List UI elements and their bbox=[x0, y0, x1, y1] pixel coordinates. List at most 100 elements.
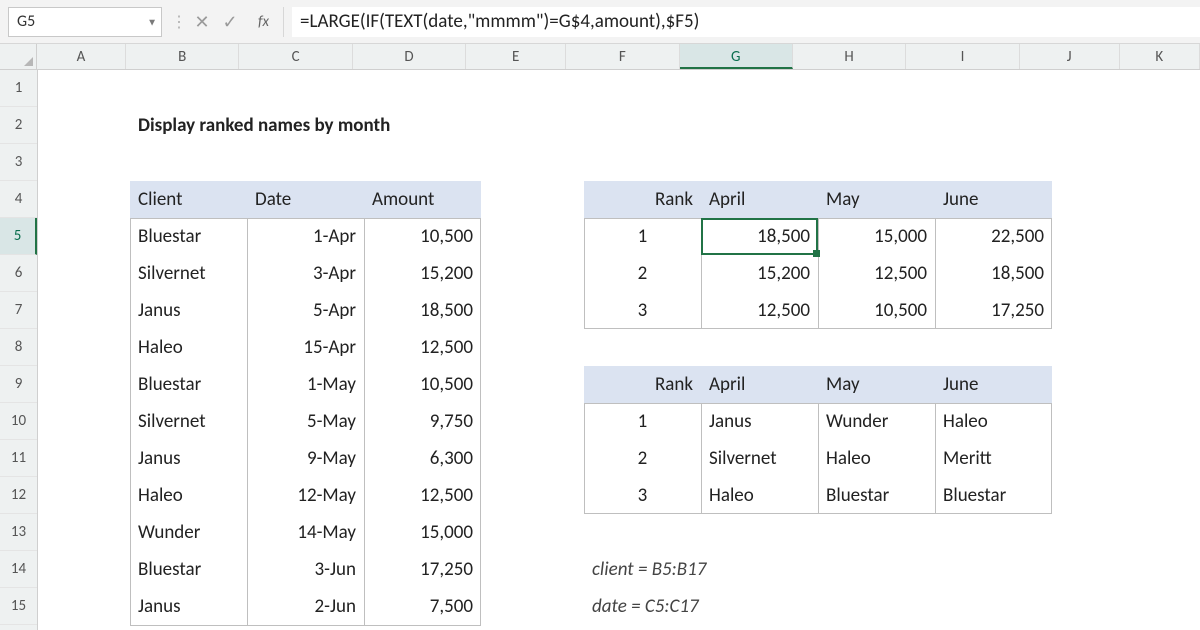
fx-icon[interactable]: fx bbox=[244, 7, 284, 37]
cell[interactable]: 15,000 bbox=[364, 514, 481, 551]
cell[interactable]: Janus bbox=[701, 403, 818, 440]
row-header-7[interactable]: 7 bbox=[0, 292, 37, 329]
cell[interactable]: Bluestar bbox=[935, 477, 1052, 514]
cell[interactable]: 6,300 bbox=[364, 440, 481, 477]
br-header-june[interactable]: June bbox=[935, 366, 1052, 403]
col-header-A[interactable]: A bbox=[37, 44, 126, 69]
row-header-10[interactable]: 10 bbox=[0, 403, 37, 440]
cell[interactable]: 15,000 bbox=[818, 218, 935, 255]
cell[interactable]: 3-Apr bbox=[247, 255, 364, 292]
cell[interactable]: Silvernet bbox=[701, 440, 818, 477]
cell[interactable]: 10,500 bbox=[818, 292, 935, 329]
cell[interactable]: 12-May bbox=[247, 477, 364, 514]
tr-header-rank[interactable]: Rank bbox=[584, 181, 701, 218]
row-header-14[interactable]: 14 bbox=[0, 551, 37, 588]
row-header-4[interactable]: 4 bbox=[0, 181, 37, 218]
row-header-1[interactable]: 1 bbox=[0, 70, 37, 107]
cell[interactable]: 9,750 bbox=[364, 403, 481, 440]
row-header-13[interactable]: 13 bbox=[0, 514, 37, 551]
cell[interactable]: 7,500 bbox=[364, 588, 481, 625]
row-header-11[interactable]: 11 bbox=[0, 440, 37, 477]
row-header-12[interactable]: 12 bbox=[0, 477, 37, 514]
cell[interactable]: Meritt bbox=[935, 440, 1052, 477]
cell[interactable]: 17,250 bbox=[935, 292, 1052, 329]
cell[interactable]: Silvernet bbox=[130, 403, 247, 440]
row-header-6[interactable]: 6 bbox=[0, 255, 37, 292]
cell[interactable]: 18,500 bbox=[364, 292, 481, 329]
br-header-may[interactable]: May bbox=[818, 366, 935, 403]
row-header-5[interactable]: 5 bbox=[0, 218, 37, 255]
cell[interactable]: 3 bbox=[584, 292, 701, 329]
cell[interactable]: 1-May bbox=[247, 366, 364, 403]
cell[interactable]: Bluestar bbox=[130, 366, 247, 403]
cell[interactable]: 1 bbox=[584, 403, 701, 440]
cell[interactable]: 15,200 bbox=[701, 255, 818, 292]
cell[interactable]: Haleo bbox=[130, 329, 247, 366]
select-all-corner[interactable] bbox=[0, 44, 37, 69]
col-header-E[interactable]: E bbox=[466, 44, 566, 69]
cell[interactable]: 2-Jun bbox=[247, 588, 364, 625]
cell[interactable]: 15,200 bbox=[364, 255, 481, 292]
cell[interactable]: Bluestar bbox=[130, 551, 247, 588]
cell[interactable]: Janus bbox=[130, 588, 247, 625]
cell[interactable]: 15-Apr bbox=[247, 329, 364, 366]
cell[interactable]: 2 bbox=[584, 440, 701, 477]
col-header-G[interactable]: G bbox=[680, 44, 793, 69]
cell[interactable]: 17,250 bbox=[364, 551, 481, 588]
cell[interactable]: Haleo bbox=[935, 403, 1052, 440]
cell[interactable]: 3-Jun bbox=[247, 551, 364, 588]
cell[interactable]: 12,500 bbox=[701, 292, 818, 329]
left-header-date[interactable]: Date bbox=[247, 181, 364, 218]
cell[interactable]: 12,500 bbox=[364, 477, 481, 514]
formula-input[interactable]: =LARGE(IF(TEXT(date,"mmmm")=G$4,amount),… bbox=[292, 7, 1200, 37]
row-header-15[interactable]: 15 bbox=[0, 588, 37, 625]
cell[interactable]: 5-Apr bbox=[247, 292, 364, 329]
cell[interactable]: Wunder bbox=[130, 514, 247, 551]
cell[interactable]: Janus bbox=[130, 440, 247, 477]
col-header-K[interactable]: K bbox=[1120, 44, 1200, 69]
chevron-down-icon[interactable]: ▼ bbox=[147, 15, 157, 28]
cell[interactable]: 10,500 bbox=[364, 366, 481, 403]
cell[interactable]: 10,500 bbox=[364, 218, 481, 255]
cell[interactable]: Bluestar bbox=[130, 218, 247, 255]
br-header-rank[interactable]: Rank bbox=[584, 366, 701, 403]
cell[interactable]: Haleo bbox=[818, 440, 935, 477]
cell[interactable]: 12,500 bbox=[818, 255, 935, 292]
col-header-B[interactable]: B bbox=[126, 44, 239, 69]
row-header-2[interactable]: 2 bbox=[0, 107, 37, 144]
cell[interactable]: Haleo bbox=[130, 477, 247, 514]
tr-header-june[interactable]: June bbox=[935, 181, 1052, 218]
cell[interactable]: 5-May bbox=[247, 403, 364, 440]
row-header-3[interactable]: 3 bbox=[0, 144, 37, 181]
cell[interactable]: 9-May bbox=[247, 440, 364, 477]
col-header-J[interactable]: J bbox=[1020, 44, 1120, 69]
cell[interactable]: 12,500 bbox=[364, 329, 481, 366]
tr-header-may[interactable]: May bbox=[818, 181, 935, 218]
cell[interactable]: 18,500 bbox=[935, 255, 1052, 292]
cell-active[interactable]: 18,500 bbox=[701, 218, 818, 255]
left-header-client[interactable]: Client bbox=[130, 181, 247, 218]
br-header-april[interactable]: April bbox=[701, 366, 818, 403]
tr-header-april[interactable]: April bbox=[701, 181, 818, 218]
cell[interactable]: 14-May bbox=[247, 514, 364, 551]
col-header-C[interactable]: C bbox=[239, 44, 352, 69]
cancel-icon[interactable]: ✕ bbox=[188, 11, 216, 33]
col-header-H[interactable]: H bbox=[793, 44, 906, 69]
confirm-icon[interactable]: ✓ bbox=[216, 11, 244, 33]
grid[interactable]: Display ranked names by month Client Dat… bbox=[38, 70, 1200, 630]
cell[interactable]: 3 bbox=[584, 477, 701, 514]
cell[interactable]: Bluestar bbox=[818, 477, 935, 514]
name-box[interactable]: G5 ▼ bbox=[8, 7, 162, 37]
cell[interactable]: Silvernet bbox=[130, 255, 247, 292]
cell[interactable]: 1 bbox=[584, 218, 701, 255]
cell[interactable]: Wunder bbox=[818, 403, 935, 440]
col-header-D[interactable]: D bbox=[353, 44, 466, 69]
cell[interactable]: Janus bbox=[130, 292, 247, 329]
cell[interactable]: 22,500 bbox=[935, 218, 1052, 255]
cell[interactable]: 1-Apr bbox=[247, 218, 364, 255]
left-header-amount[interactable]: Amount bbox=[364, 181, 481, 218]
row-header-9[interactable]: 9 bbox=[0, 366, 37, 403]
cell[interactable]: 2 bbox=[584, 255, 701, 292]
row-header-8[interactable]: 8 bbox=[0, 329, 37, 366]
col-header-I[interactable]: I bbox=[906, 44, 1019, 69]
